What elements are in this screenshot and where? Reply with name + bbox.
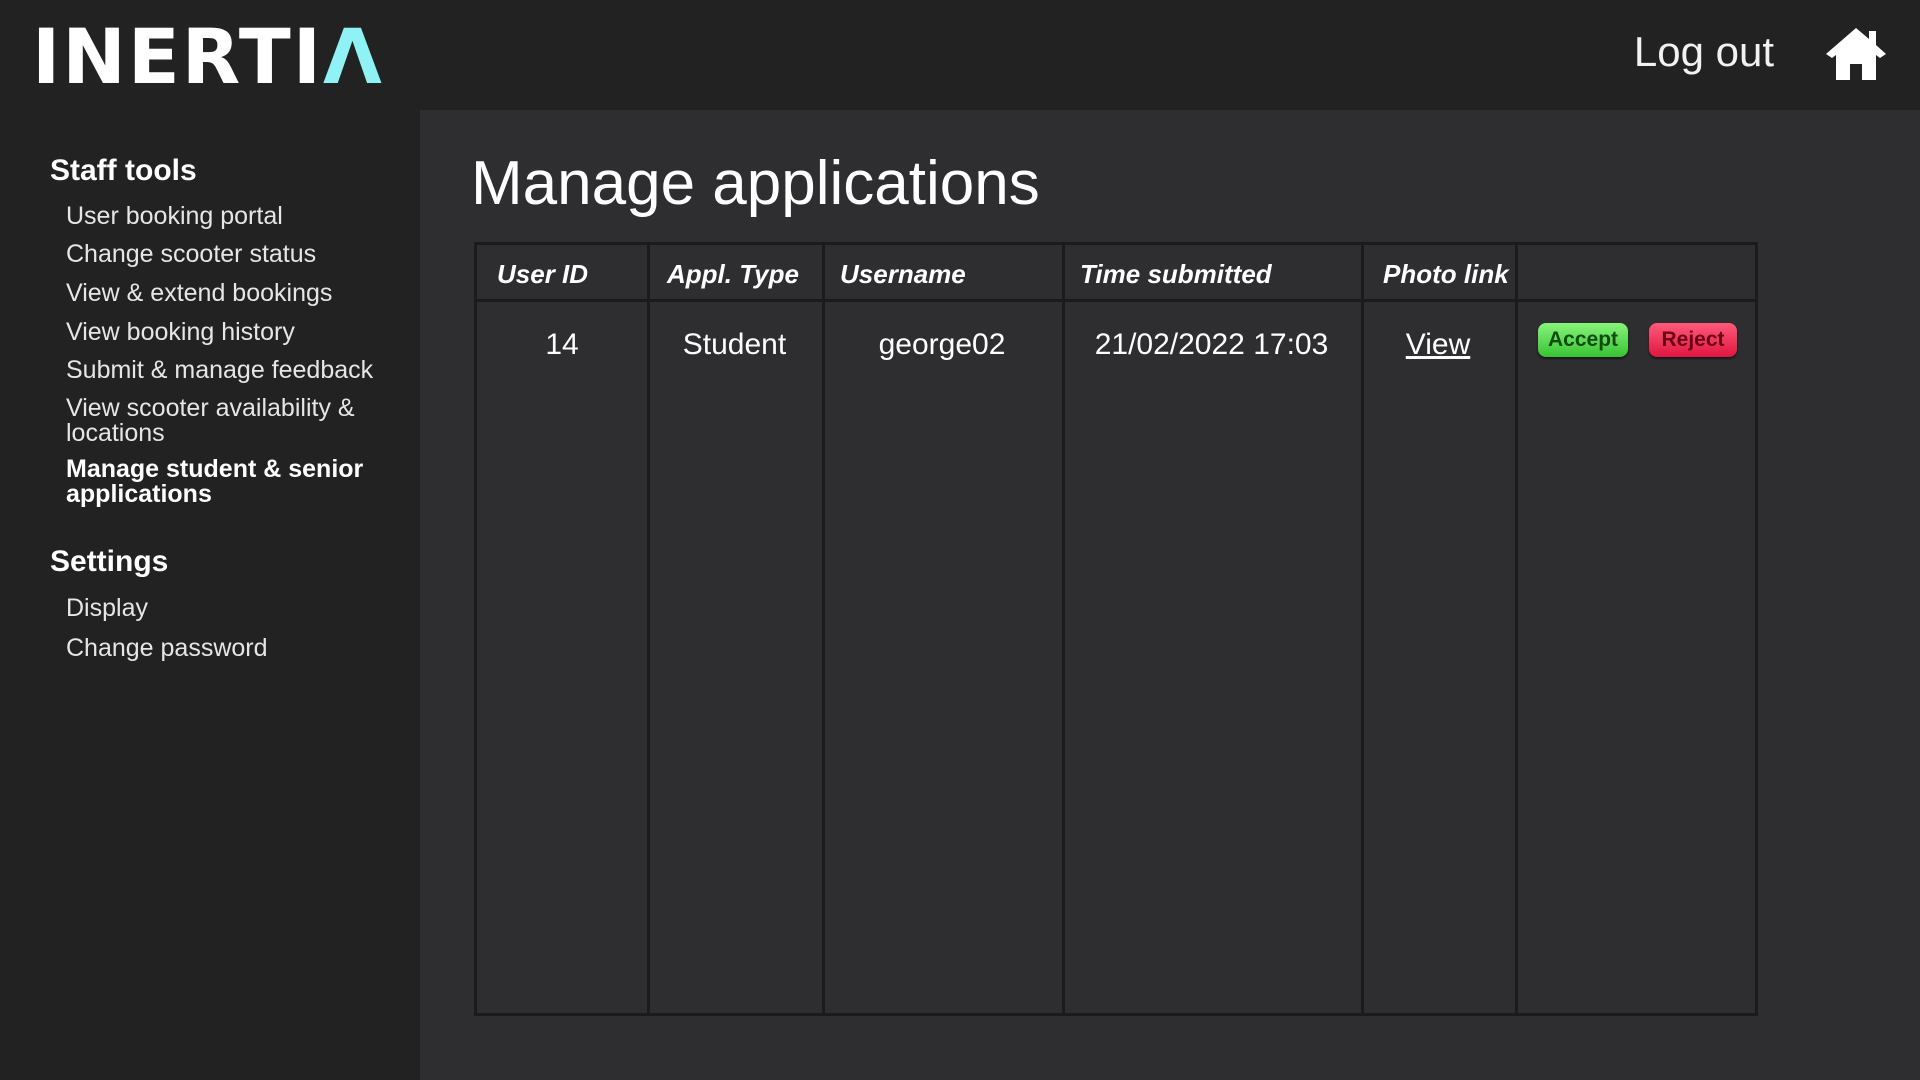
staff-tools-heading: Staff tools (50, 154, 197, 187)
sidebar-item-change-password[interactable]: Change password (66, 636, 386, 661)
sidebar-item-view-scooter-availability[interactable]: View scooter availability & locations (66, 396, 386, 446)
reject-button[interactable]: Reject (1649, 323, 1737, 357)
header-appl-type: Appl. Type (667, 259, 799, 289)
sidebar: Staff tools User booking portal Change s… (0, 110, 420, 1080)
sidebar-item-user-booking-portal[interactable]: User booking portal (66, 204, 386, 229)
header-username: Username (840, 259, 966, 289)
logo-accent: Λ (323, 12, 384, 101)
photo-view-link[interactable]: View (1361, 328, 1515, 362)
applications-table: User ID Appl. Type Username Time submitt… (474, 242, 1758, 1016)
page-title: Manage applications (471, 149, 1040, 218)
logo-text: INERTI (32, 12, 324, 101)
settings-heading: Settings (50, 545, 169, 578)
sidebar-item-manage-applications[interactable]: Manage student & senior applications (66, 457, 386, 507)
cell-time-submitted: 21/02/2022 17:03 (1094, 328, 1329, 361)
sidebar-item-view-extend-bookings[interactable]: View & extend bookings (66, 281, 386, 306)
top-bar: INERTIΛ Log out (0, 0, 1920, 110)
inertia-logo[interactable]: INERTIΛ (32, 14, 384, 100)
cell-username: george02 (878, 328, 1006, 361)
sidebar-item-view-booking-history[interactable]: View booking history (66, 320, 386, 345)
accept-button[interactable]: Accept (1538, 323, 1628, 357)
logout-button[interactable]: Log out (1634, 24, 1774, 80)
cell-user-id: 14 (545, 328, 579, 361)
home-icon[interactable] (1824, 22, 1888, 86)
sidebar-item-change-scooter-status[interactable]: Change scooter status (66, 242, 386, 267)
sidebar-item-submit-manage-feedback[interactable]: Submit & manage feedback (66, 358, 386, 383)
header-user-id: User ID (497, 259, 589, 289)
table-header-row: User ID Appl. Type Username Time submitt… (477, 245, 1755, 302)
header-time-submitted: Time submitted (1080, 259, 1272, 289)
sidebar-item-display[interactable]: Display (66, 596, 386, 621)
cell-appl-type: Student (682, 328, 787, 361)
header-photo-link: Photo link (1383, 259, 1509, 289)
